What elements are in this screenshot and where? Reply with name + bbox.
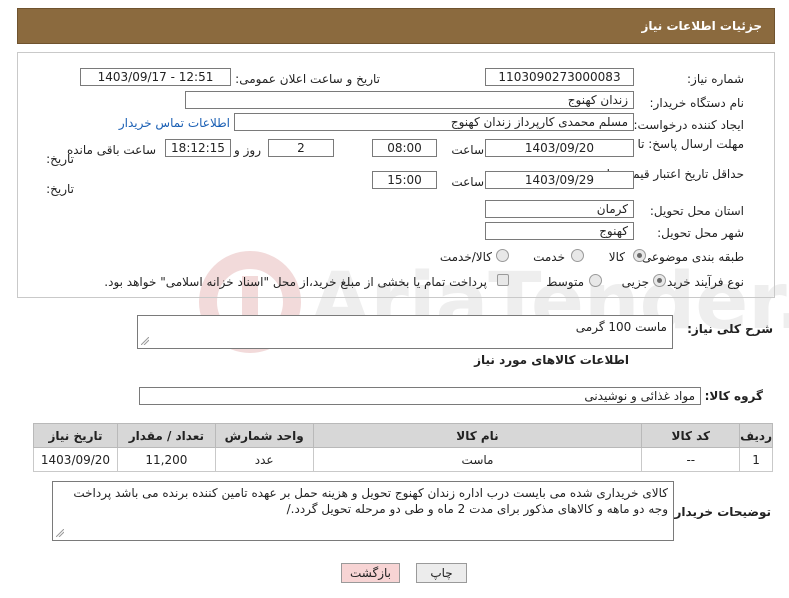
reply-date-field: 1403/09/20 — [485, 139, 634, 157]
reply-deadline-label: مهلت ارسال پاسخ: تا — [637, 137, 744, 151]
goods-group-label: گروه کالا: — [704, 389, 763, 403]
process-option-partial: جزیی — [621, 275, 649, 289]
creator-field: مسلم محمدی کارپرداز زندان کهنوج — [234, 113, 634, 131]
price-validity-date-label: تاریخ: — [46, 182, 74, 196]
creator-label: ایجاد کننده درخواست: — [633, 118, 744, 132]
reply-time-label: ساعت — [451, 143, 484, 157]
description-label: شرح کلی نیاز: — [687, 322, 773, 336]
col-goods-name: نام کالا — [312, 423, 643, 448]
category-radio-goods[interactable] — [633, 249, 646, 262]
cell-row-number: 1 — [739, 447, 773, 472]
price-validity-time-field: 15:00 — [372, 171, 437, 189]
buyer-notes-text: کالای خریداری شده می بایست درب اداره زند… — [73, 486, 668, 516]
city-label: شهر محل تحویل: — [657, 226, 744, 240]
treasury-payment-note: پرداخت تمام یا بخشی از مبلغ خرید،از محل … — [104, 275, 487, 289]
buyer-contact-link[interactable]: اطلاعات تماس خریدار — [119, 116, 230, 130]
process-option-medium: متوسط — [546, 275, 584, 289]
goods-group-field: مواد غذائی و نوشیدنی — [139, 387, 701, 405]
cell-unit: عدد — [214, 447, 314, 472]
cell-need-date: 1403/09/20 — [33, 447, 118, 472]
col-row-number: ردیف — [739, 423, 773, 448]
goods-table: ردیف کد کالا نام کالا واحد شمارش تعداد /… — [33, 423, 773, 472]
print-button[interactable]: چاپ — [416, 563, 467, 583]
need-number-label: شماره نیاز: — [687, 72, 744, 86]
resize-handle-icon[interactable] — [141, 337, 149, 345]
price-validity-time-label: ساعت — [451, 175, 484, 189]
description-field: ماست 100 گرمی — [137, 315, 673, 349]
description-text: ماست 100 گرمی — [575, 320, 667, 334]
buyer-org-field: زندان کهنوج — [185, 91, 634, 109]
cell-goods-name: ماست — [312, 447, 643, 472]
cell-quantity: 11,200 — [116, 447, 216, 472]
goods-table-header: ردیف کد کالا نام کالا واحد شمارش تعداد /… — [33, 423, 773, 448]
col-quantity: تعداد / مقدار — [116, 423, 216, 448]
price-validity-date-field: 1403/09/29 — [485, 171, 634, 189]
remaining-time-field: 18:12:15 — [165, 139, 231, 157]
process-radio-partial[interactable] — [653, 274, 666, 287]
category-option-goods-service: کالا/خدمت — [439, 250, 492, 264]
category-radio-service[interactable] — [571, 249, 584, 262]
category-radio-goods-service[interactable] — [496, 249, 509, 262]
buyer-notes-label: توضیحات خریدار: — [669, 505, 771, 519]
announce-datetime-field: 1403/09/17 - 12:51 — [80, 68, 231, 86]
table-row: 1 -- ماست عدد 11,200 1403/09/20 — [33, 447, 773, 472]
process-radio-medium[interactable] — [589, 274, 602, 287]
back-button[interactable]: بازگشت — [341, 563, 400, 583]
col-unit: واحد شمارش — [214, 423, 314, 448]
reply-time-field: 08:00 — [372, 139, 437, 157]
category-option-goods: کالا — [608, 250, 625, 264]
buyer-org-label: نام دستگاه خریدار: — [649, 96, 745, 110]
province-field: کرمان — [485, 200, 634, 218]
remaining-time-label: ساعت باقی مانده — [66, 143, 156, 157]
category-option-service: خدمت — [533, 250, 565, 264]
page-header: جزئیات اطلاعات نیاز — [17, 8, 775, 44]
city-field: کهنوج — [485, 222, 634, 240]
page-title: جزئیات اطلاعات نیاز — [641, 19, 762, 33]
days-field: 2 — [268, 139, 334, 157]
cell-goods-code: -- — [641, 447, 741, 472]
process-label: نوع فرآیند خرید : — [659, 275, 744, 289]
col-need-date: تاریخ نیاز — [33, 423, 118, 448]
buyer-notes-field: کالای خریداری شده می بایست درب اداره زند… — [52, 481, 674, 541]
category-label: طبقه بندی موضوعی: — [637, 250, 744, 264]
col-goods-code: کد کالا — [641, 423, 741, 448]
province-label: استان محل تحویل: — [649, 204, 744, 218]
treasury-payment-checkbox[interactable] — [497, 274, 509, 286]
days-label: روز و — [234, 143, 261, 157]
resize-handle-icon[interactable] — [56, 529, 64, 537]
need-number-field: 1103090273000083 — [485, 68, 634, 86]
goods-info-title: اطلاعات کالاهای مورد نیاز — [474, 353, 629, 367]
announce-label: تاریخ و ساعت اعلان عمومی: — [235, 72, 380, 86]
